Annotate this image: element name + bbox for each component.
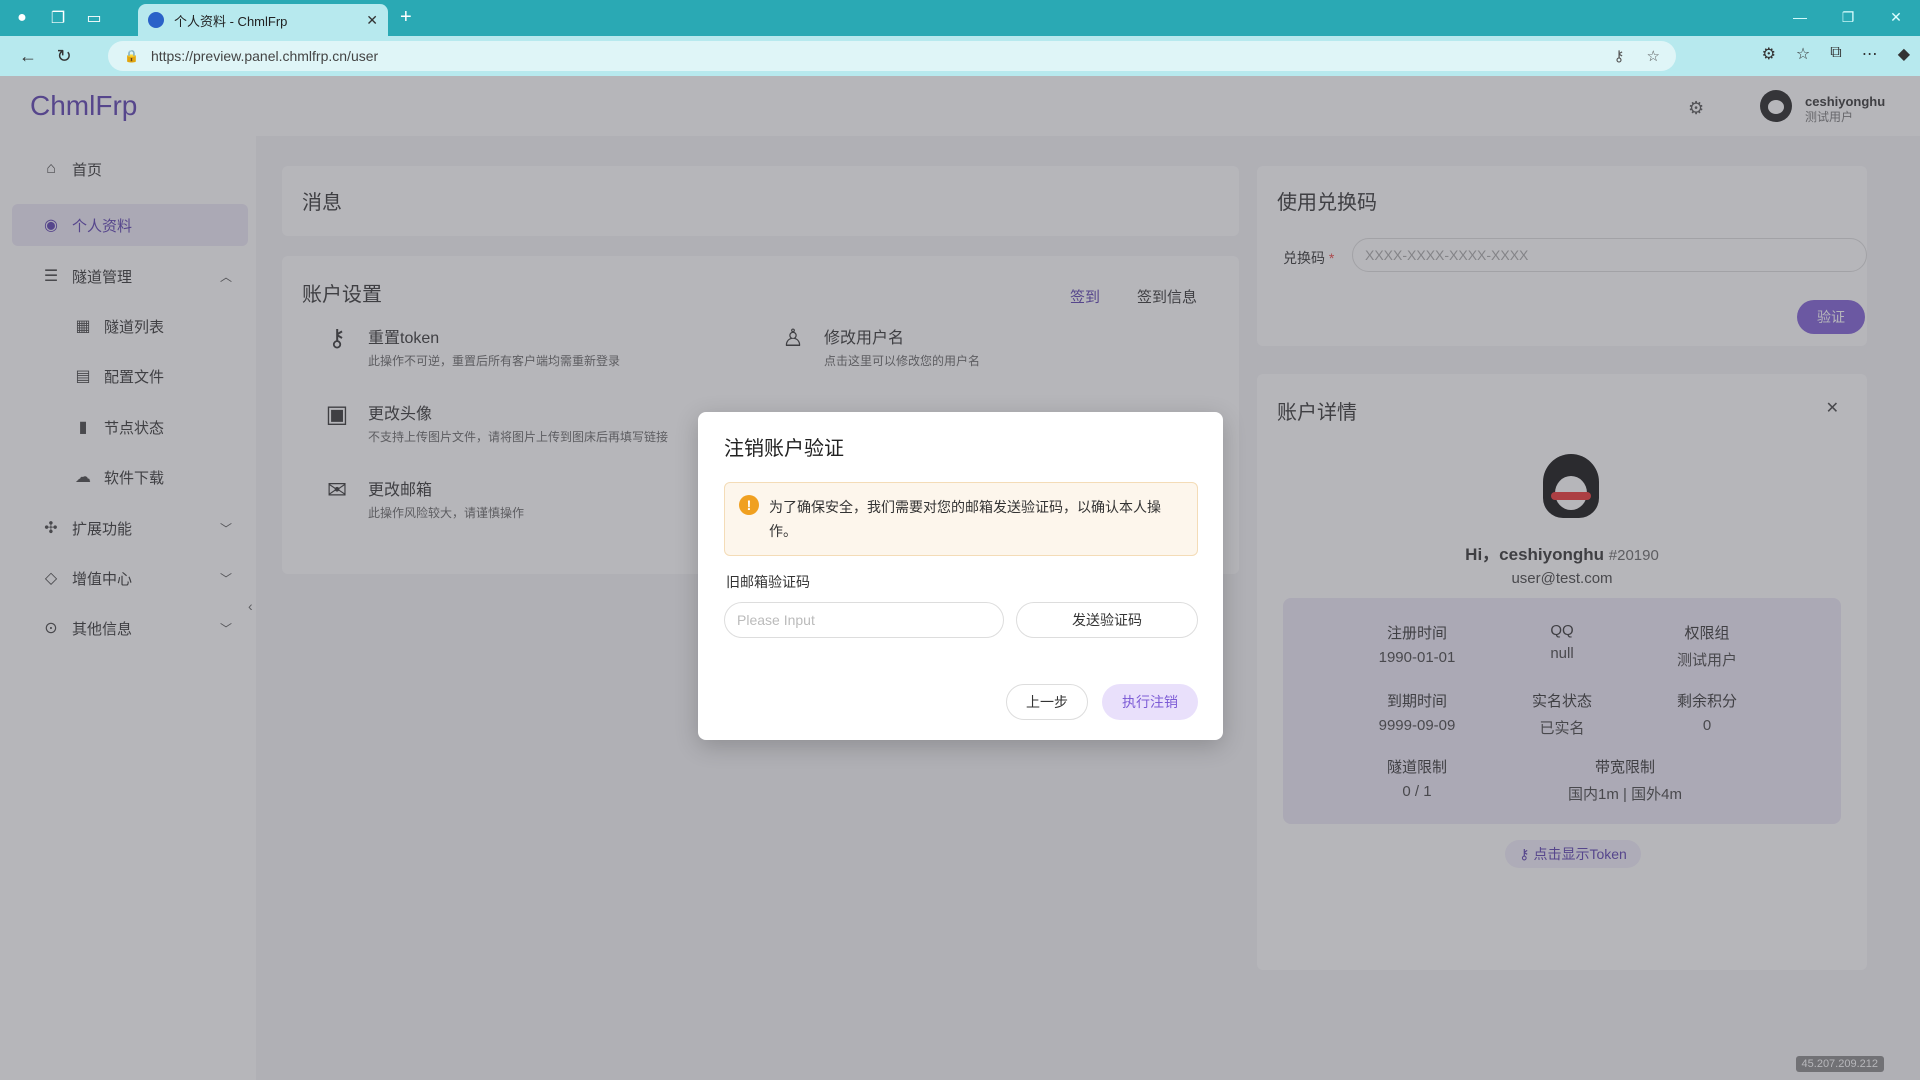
browser-addressbar: ← ↻ 🔒 https://preview.panel.chmlfrp.cn/u…	[0, 36, 1920, 76]
window-controls: — ❐ ✕	[1776, 0, 1920, 36]
browser-tab-active[interactable]: 个人资料 - ChmlFrp ✕	[138, 4, 388, 36]
window-close-icon[interactable]: ✕	[1872, 0, 1920, 36]
refresh-icon[interactable]: ↻	[46, 46, 82, 67]
minimize-icon[interactable]: —	[1776, 0, 1824, 36]
url-text: https://preview.panel.chmlfrp.cn/user	[150, 48, 379, 64]
email-code-input[interactable]: Please Input	[724, 602, 1004, 638]
copilot-icon[interactable]: ◆	[1898, 44, 1910, 64]
new-tab-button[interactable]: +	[400, 6, 412, 29]
tab-close-icon[interactable]: ✕	[366, 12, 378, 29]
collections-icon[interactable]: ⧉	[1830, 44, 1841, 64]
warning-icon: !	[739, 495, 759, 515]
code-label: 旧邮箱验证码	[726, 574, 810, 590]
favorites-icon[interactable]: ☆	[1796, 44, 1810, 64]
send-code-button[interactable]: 发送验证码	[1016, 602, 1198, 638]
warning-alert: ! 为了确保安全，我们需要对您的邮箱发送验证码，以确认本人操作。	[724, 482, 1198, 556]
tab-title: 个人资料 - ChmlFrp	[174, 13, 288, 29]
password-key-icon[interactable]: ⚷	[1614, 47, 1625, 65]
tab-actions-icon[interactable]: ▭	[80, 4, 108, 32]
browser-toolbar: ⚙ ☆ ⧉ ⋯ ◆	[1762, 44, 1910, 64]
browser-tabbar: ● ❐ ▭ 个人资料 - ChmlFrp ✕ + — ❐ ✕	[0, 0, 1920, 36]
alert-text: 为了确保安全，我们需要对您的邮箱发送验证码，以确认本人操作。	[769, 499, 1161, 539]
extensions-icon[interactable]: ⚙	[1762, 44, 1776, 64]
previous-step-button[interactable]: 上一步	[1006, 684, 1088, 720]
profile-icon[interactable]: ●	[8, 4, 36, 32]
execute-deactivation-button[interactable]: 执行注销	[1102, 684, 1198, 720]
deactivate-account-modal: 注销账户验证 ! 为了确保安全，我们需要对您的邮箱发送验证码，以确认本人操作。 …	[698, 412, 1223, 740]
favicon-icon	[148, 12, 164, 28]
url-field[interactable]: 🔒 https://preview.panel.chmlfrp.cn/user …	[108, 41, 1676, 71]
back-icon[interactable]: ←	[10, 46, 46, 67]
restore-icon[interactable]: ❐	[1824, 0, 1872, 36]
more-icon[interactable]: ⋯	[1862, 44, 1878, 64]
modal-title: 注销账户验证	[724, 438, 844, 460]
favorite-star-icon[interactable]: ☆	[1647, 47, 1660, 65]
workspaces-icon[interactable]: ❐	[44, 4, 72, 32]
lock-icon[interactable]: 🔒	[124, 49, 139, 63]
